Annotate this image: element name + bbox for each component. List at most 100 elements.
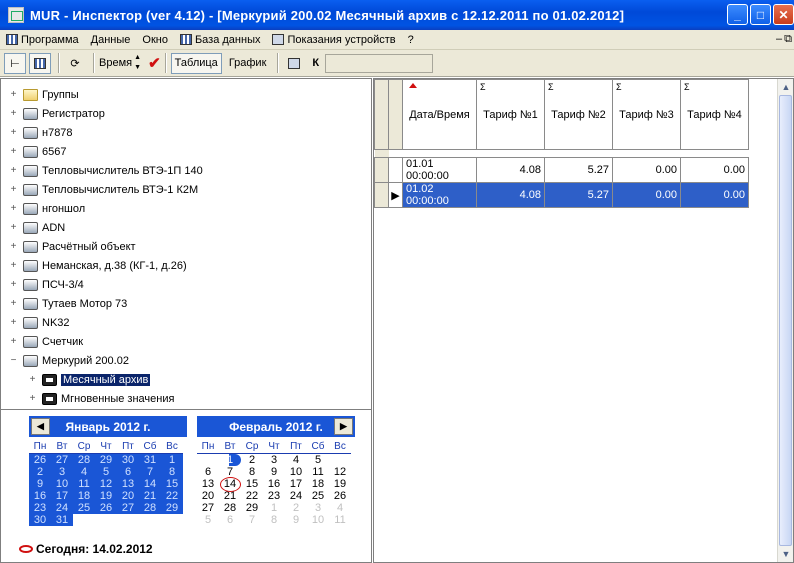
- calendar-day[interactable]: 29: [241, 502, 263, 514]
- prev-month-icon[interactable]: ◀: [31, 418, 50, 435]
- tree-item[interactable]: + Расчётный объект: [1, 237, 371, 256]
- collapse-icon[interactable]: −: [9, 355, 18, 366]
- calendar-day[interactable]: 15: [241, 478, 263, 490]
- toolbar-field[interactable]: [325, 53, 434, 73]
- tree-item[interactable]: + Тепловычислитель ВТЭ-1 К2М: [1, 180, 371, 199]
- calendar-day[interactable]: 7: [139, 466, 161, 478]
- calendar-day[interactable]: 10: [51, 478, 73, 490]
- calendar-day[interactable]: 14: [219, 477, 241, 492]
- tree-item[interactable]: + Тутаев Мотор 73: [1, 294, 371, 313]
- expand-icon[interactable]: +: [28, 374, 37, 385]
- calendar-day[interactable]: 3: [51, 466, 73, 478]
- cell-tariff-4[interactable]: 0.00: [680, 157, 749, 183]
- calendar-day[interactable]: 17: [51, 490, 73, 502]
- expand-icon[interactable]: +: [9, 241, 18, 252]
- expand-icon[interactable]: +: [9, 165, 18, 176]
- calendar-day[interactable]: 24: [51, 502, 73, 514]
- mdi-minimize-icon[interactable]: –: [776, 33, 782, 46]
- calendar-day[interactable]: 13: [117, 478, 139, 490]
- calendar-day[interactable]: 5: [95, 466, 117, 478]
- menu-program[interactable]: Программа: [0, 34, 85, 46]
- calendar-day[interactable]: 8: [241, 466, 263, 478]
- table-row[interactable]: 01.01 00:00:00 4.08 5.27 0.00 0.00: [374, 157, 749, 183]
- calendar-day[interactable]: 15: [161, 478, 183, 490]
- calendar-day[interactable]: 20: [197, 490, 219, 502]
- expand-icon[interactable]: +: [9, 89, 18, 100]
- table-row-selected[interactable]: ▶ 01.02 00:00:00 4.08 5.27 0.00 0.00: [374, 182, 749, 208]
- tree-item[interactable]: + ADN: [1, 218, 371, 237]
- calendar-day[interactable]: 8: [161, 466, 183, 478]
- calendar-day[interactable]: 9: [285, 514, 307, 526]
- calendar-day[interactable]: 5: [307, 454, 329, 466]
- menu-device-readings[interactable]: Показания устройств: [266, 34, 401, 46]
- tree-item[interactable]: + н7878: [1, 123, 371, 142]
- table-button[interactable]: Таблица: [170, 52, 222, 74]
- calendar-day[interactable]: 7: [241, 514, 263, 526]
- calendar-day[interactable]: 30: [29, 514, 51, 526]
- calendar-day[interactable]: 2: [241, 454, 263, 466]
- tree-item[interactable]: + Мгновенные значения: [1, 389, 371, 408]
- tree-item[interactable]: + Месячный архив: [1, 370, 371, 389]
- calendar-day[interactable]: 26: [95, 502, 117, 514]
- calendar-day[interactable]: 11: [329, 514, 351, 526]
- calendar-day[interactable]: 29: [161, 502, 183, 514]
- calendar-day[interactable]: 31: [139, 454, 161, 466]
- calendar-day[interactable]: 28: [219, 502, 241, 514]
- calendar-day[interactable]: 6: [219, 514, 241, 526]
- tree-view-button[interactable]: ⊢: [4, 52, 26, 74]
- cell-tariff-1[interactable]: 4.08: [476, 182, 545, 208]
- time-spinner[interactable]: ▲ ▼: [134, 54, 146, 72]
- calendar-day[interactable]: 3: [307, 502, 329, 514]
- expand-icon[interactable]: +: [9, 279, 18, 290]
- expand-icon[interactable]: +: [9, 184, 18, 195]
- calendar-day[interactable]: 18: [73, 490, 95, 502]
- calendar-day[interactable]: 9: [263, 466, 285, 478]
- col-header-tariff-2[interactable]: Σ Тариф №2: [544, 79, 613, 150]
- tree-item[interactable]: − Меркурий 200.02: [1, 351, 371, 370]
- calendar-day[interactable]: 25: [307, 490, 329, 502]
- calendar-day[interactable]: 4: [73, 466, 95, 478]
- menu-help[interactable]: ?: [402, 34, 420, 46]
- close-icon[interactable]: ✕: [773, 4, 794, 25]
- vertical-scrollbar[interactable]: ▲ ▼: [777, 79, 793, 562]
- refresh-button[interactable]: ⟳: [64, 53, 86, 74]
- expand-icon[interactable]: +: [9, 260, 18, 271]
- maximize-icon[interactable]: □: [750, 4, 771, 25]
- apply-check-icon[interactable]: ✔: [148, 54, 161, 72]
- cell-tariff-4[interactable]: 0.00: [680, 182, 749, 208]
- calendar-day[interactable]: 5: [197, 514, 219, 526]
- calendar-day[interactable]: 27: [51, 454, 73, 466]
- expand-icon[interactable]: +: [9, 146, 18, 157]
- tree-item[interactable]: + Группы: [1, 85, 371, 104]
- scroll-down-icon[interactable]: ▼: [778, 546, 794, 562]
- export-button[interactable]: [283, 53, 305, 74]
- calendar-day[interactable]: 18: [307, 478, 329, 490]
- k-button[interactable]: К: [312, 57, 319, 69]
- next-month-icon[interactable]: ▶: [334, 418, 353, 435]
- calendar-day[interactable]: 11: [307, 466, 329, 478]
- cell-tariff-2[interactable]: 5.27: [544, 182, 613, 208]
- cell-datetime[interactable]: 01.01 00:00:00: [402, 157, 477, 183]
- today-link[interactable]: Сегодня: 14.02.2012: [19, 542, 153, 556]
- calendar-day[interactable]: 26: [329, 490, 351, 502]
- spin-down-icon[interactable]: ▼: [134, 64, 146, 72]
- minimize-icon[interactable]: _: [727, 4, 748, 25]
- menu-window[interactable]: Окно: [136, 34, 174, 46]
- expand-icon[interactable]: +: [9, 127, 18, 138]
- expand-icon[interactable]: +: [28, 393, 37, 404]
- calendar-day[interactable]: 22: [161, 490, 183, 502]
- tree-item[interactable]: + ПСЧ-3/4: [1, 275, 371, 294]
- col-header-tariff-4[interactable]: Σ Тариф №4: [680, 79, 749, 150]
- calendar-day[interactable]: 29: [95, 454, 117, 466]
- calendar-day[interactable]: 25: [73, 502, 95, 514]
- calendar-day[interactable]: 2: [285, 502, 307, 514]
- calendar-day[interactable]: 1: [263, 502, 285, 514]
- col-header-tariff-3[interactable]: Σ Тариф №3: [612, 79, 681, 150]
- calendar-day[interactable]: 8: [263, 514, 285, 526]
- calendar-day[interactable]: 4: [329, 502, 351, 514]
- cell-tariff-2[interactable]: 5.27: [544, 157, 613, 183]
- device-tree[interactable]: + Группы + Регистратор + н7878 +6567 + Тепловычи…: [0, 78, 372, 410]
- calendar-day[interactable]: 13: [197, 478, 219, 490]
- tree-item[interactable]: + нгоншол: [1, 199, 371, 218]
- calendar-day[interactable]: 28: [73, 454, 95, 466]
